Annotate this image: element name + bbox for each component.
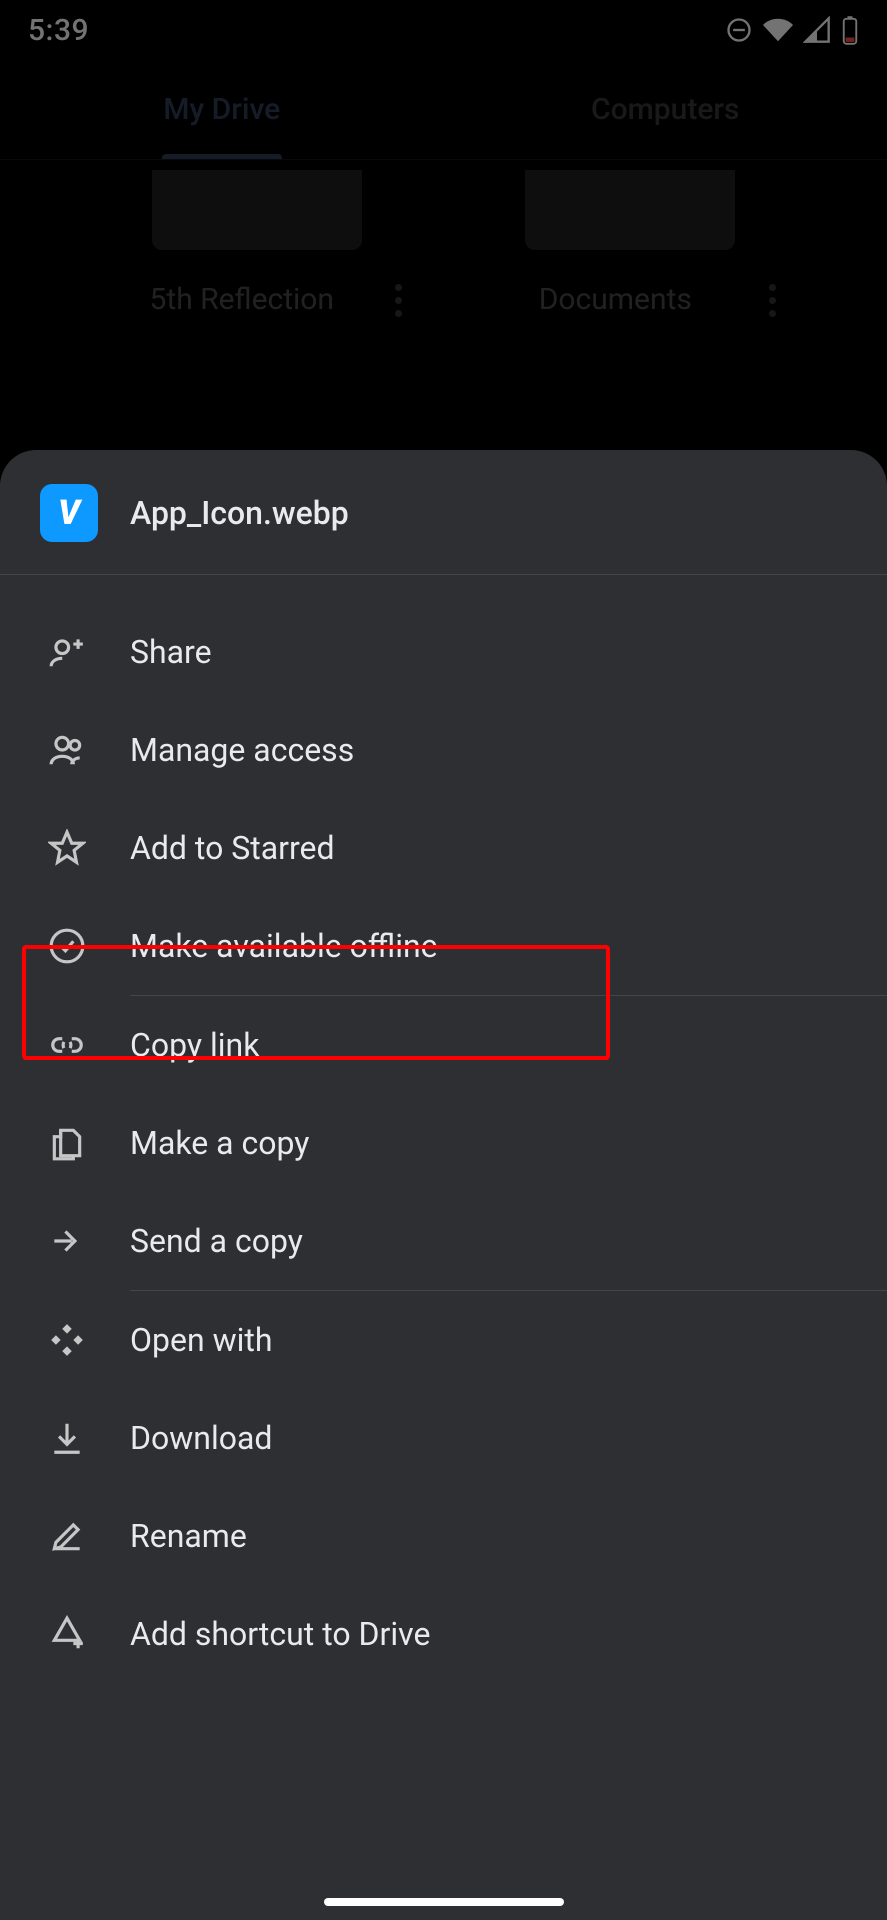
people-icon [46,729,88,771]
menu-item-rename[interactable]: Rename [0,1487,887,1585]
menu-label: Copy link [130,1026,259,1064]
menu-item-add-shortcut[interactable]: Add shortcut to Drive [0,1585,887,1683]
file-icon-letter: V [58,493,80,533]
offline-icon [46,925,88,967]
menu-item-make-copy[interactable]: Make a copy [0,1094,887,1192]
menu-label: Open with [130,1321,272,1359]
menu-label: Manage access [130,731,354,769]
bottom-sheet: V App_Icon.webp Share Manage access Add … [0,450,887,1920]
link-icon [46,1024,88,1066]
menu-item-make-available-offline[interactable]: Make available offline [0,897,887,995]
add-shortcut-icon [46,1613,88,1655]
rename-icon [46,1515,88,1557]
menu-label: Make a copy [130,1124,309,1162]
menu-item-send-copy[interactable]: Send a copy [0,1192,887,1290]
nav-pill[interactable] [324,1898,564,1906]
sheet-header: V App_Icon.webp [0,450,887,575]
menu-label: Rename [130,1517,247,1555]
sheet-file-name: App_Icon.webp [130,494,349,532]
menu-item-manage-access[interactable]: Manage access [0,701,887,799]
download-icon [46,1417,88,1459]
menu-label: Send a copy [130,1222,303,1260]
send-icon [46,1220,88,1262]
menu-label: Add to Starred [130,829,335,867]
copy-icon [46,1122,88,1164]
menu-item-share[interactable]: Share [0,603,887,701]
file-type-icon: V [40,484,98,542]
star-icon [46,827,88,869]
open-with-icon [46,1319,88,1361]
menu-item-add-starred[interactable]: Add to Starred [0,799,887,897]
menu-item-copy-link[interactable]: Copy link [0,996,887,1094]
menu-list: Share Manage access Add to Starred Make … [0,575,887,1683]
menu-label: Add shortcut to Drive [130,1615,430,1653]
menu-label: Download [130,1419,272,1457]
menu-label: Share [130,633,212,671]
menu-label: Make available offline [130,927,438,965]
menu-item-download[interactable]: Download [0,1389,887,1487]
share-icon [46,631,88,673]
menu-item-open-with[interactable]: Open with [0,1291,887,1389]
